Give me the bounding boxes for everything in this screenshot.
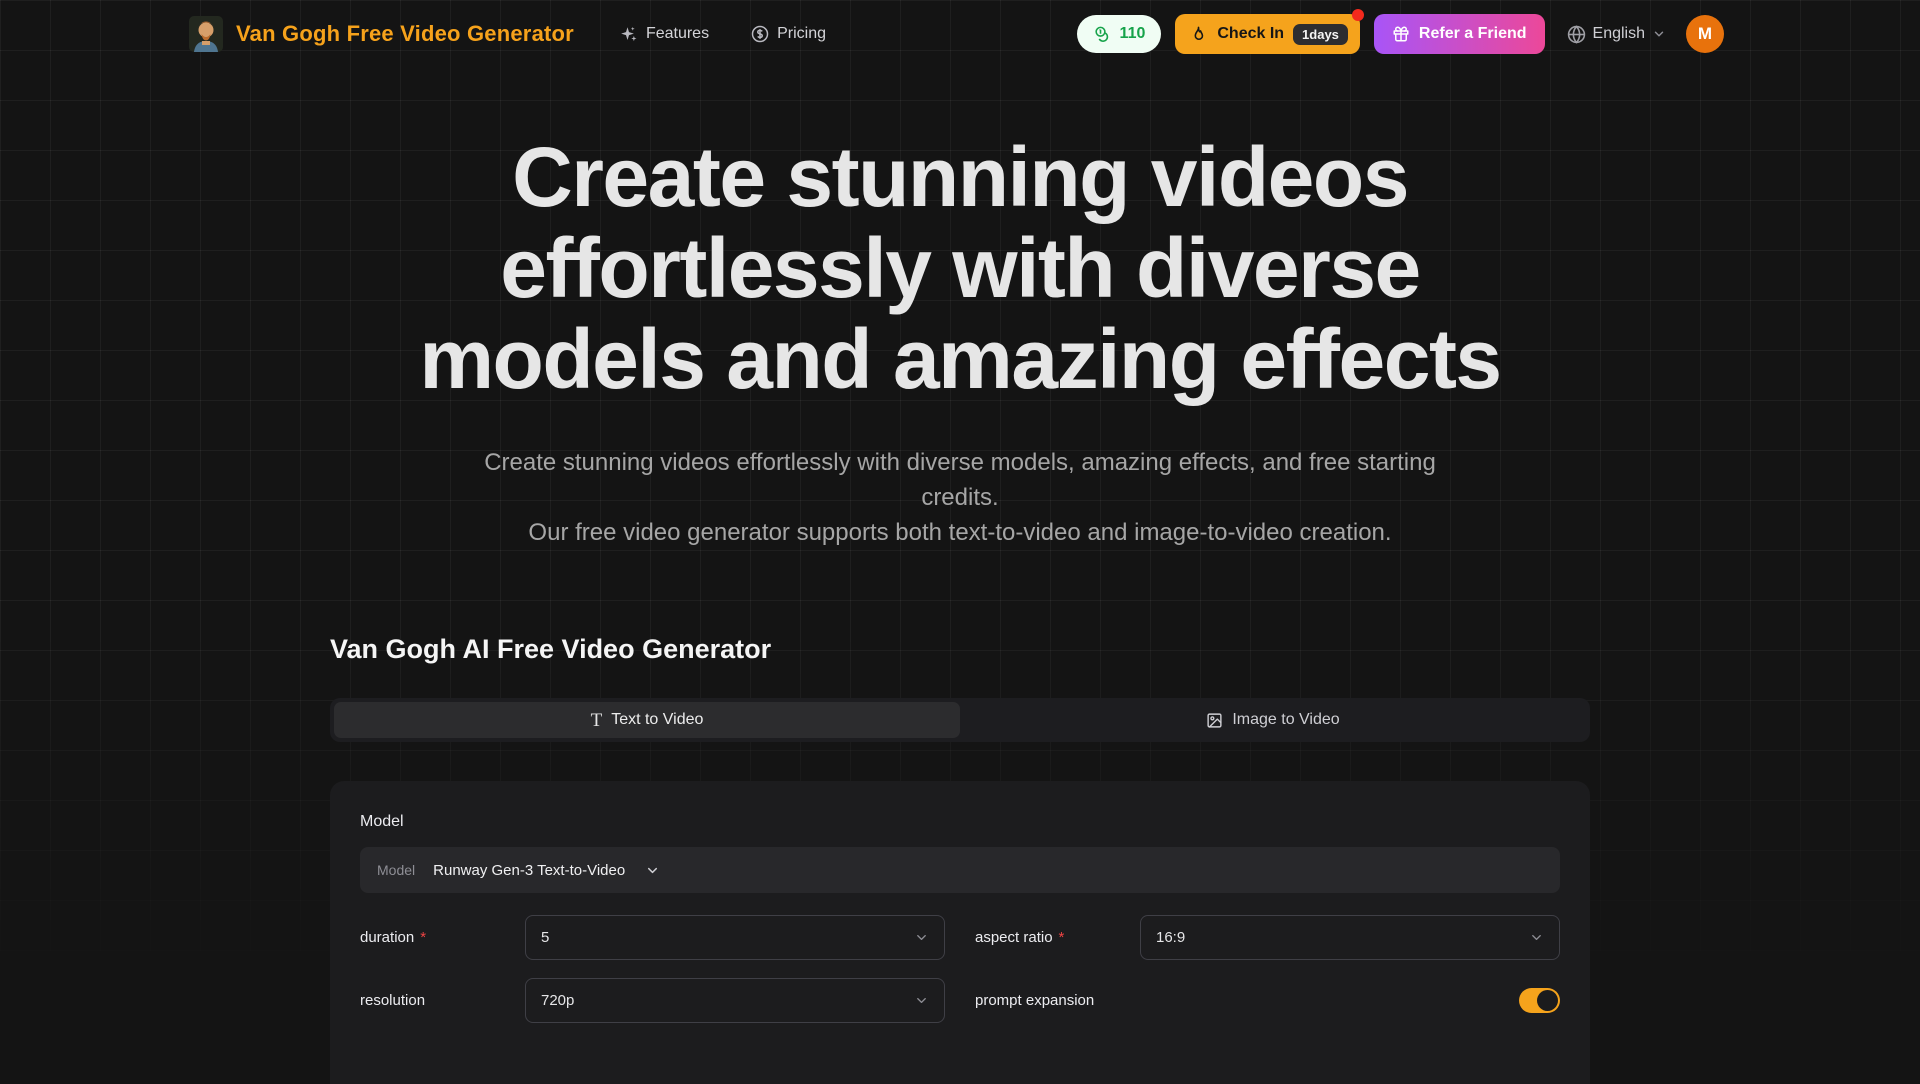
required-marker: * <box>1059 929 1065 946</box>
model-field-value: Runway Gen-3 Text-to-Video <box>433 862 625 879</box>
required-marker: * <box>420 929 426 946</box>
flame-icon <box>1189 25 1208 44</box>
dollar-circle-icon <box>751 25 769 43</box>
hero-section: Create stunning videos effortlessly with… <box>0 132 1920 550</box>
tab-image-to-video[interactable]: Image to Video <box>960 702 1586 738</box>
prompt-expansion-label: prompt expansion <box>975 992 1094 1009</box>
tab-text-to-video[interactable]: T Text to Video <box>334 702 960 738</box>
brand-title[interactable]: Van Gogh Free Video Generator <box>236 21 574 47</box>
check-in-days-badge: 1days <box>1293 24 1348 45</box>
nav-features[interactable]: Features <box>620 25 709 43</box>
hero-title-line-1: Create stunning videos <box>0 132 1920 223</box>
check-in-button[interactable]: Check In 1days <box>1175 14 1360 54</box>
model-section-label: Model <box>360 813 1560 831</box>
globe-icon <box>1567 25 1586 44</box>
model-select[interactable]: Model Runway Gen-3 Text-to-Video <box>360 847 1560 893</box>
van-gogh-logo-icon <box>188 15 224 53</box>
text-tool-icon: T <box>591 711 603 730</box>
chevron-down-icon <box>1529 930 1544 945</box>
tab-text-to-video-label: Text to Video <box>611 711 703 729</box>
prompt-expansion-toggle[interactable] <box>1519 988 1560 1013</box>
duration-field: duration* 5 <box>360 915 945 960</box>
language-selector[interactable]: English <box>1567 25 1666 44</box>
check-in-label: Check In <box>1217 25 1284 43</box>
generator-section: Van Gogh AI Free Video Generator T Text … <box>330 634 1590 1084</box>
refer-a-friend-button[interactable]: Refer a Friend <box>1374 14 1545 54</box>
credits-count: 110 <box>1120 25 1146 43</box>
resolution-field: resolution 720p <box>360 978 945 1023</box>
hero-title-line-2: effortlessly with diverse <box>0 223 1920 314</box>
prompt-expansion-field: prompt expansion <box>975 978 1560 1023</box>
chevron-down-icon <box>1652 27 1666 41</box>
user-avatar[interactable]: M <box>1686 15 1724 53</box>
hero-subtitle-line-1: Create stunning videos effortlessly with… <box>465 445 1455 515</box>
duration-value: 5 <box>541 929 549 946</box>
hero-subtitle: Create stunning videos effortlessly with… <box>465 445 1455 550</box>
avatar-initial: M <box>1698 24 1712 44</box>
sparkles-icon <box>620 25 638 43</box>
hero-title-line-3: models and amazing effects <box>0 314 1920 405</box>
credits-badge[interactable]: 110 <box>1077 15 1162 53</box>
hero-subtitle-line-2: Our free video generator supports both t… <box>465 515 1455 550</box>
nav-features-label: Features <box>646 25 709 43</box>
image-icon <box>1206 712 1223 729</box>
tab-image-to-video-label: Image to Video <box>1232 711 1339 729</box>
aspect-ratio-field: aspect ratio* 16:9 <box>975 915 1560 960</box>
resolution-label: resolution <box>360 992 525 1009</box>
aspect-ratio-label: aspect ratio* <box>975 929 1140 946</box>
nav-pricing[interactable]: Pricing <box>751 25 826 43</box>
brand[interactable]: Van Gogh Free Video Generator <box>188 15 574 53</box>
coins-icon <box>1093 25 1112 44</box>
nav-pricing-label: Pricing <box>777 25 826 43</box>
resolution-value: 720p <box>541 992 574 1009</box>
chevron-down-icon <box>914 930 929 945</box>
mode-tabbar: T Text to Video Image to Video <box>330 698 1590 742</box>
model-field-label: Model <box>377 862 415 878</box>
hero-title: Create stunning videos effortlessly with… <box>0 132 1920 405</box>
gift-icon <box>1392 25 1410 43</box>
duration-select[interactable]: 5 <box>525 915 945 960</box>
generator-panel: Model Model Runway Gen-3 Text-to-Video d… <box>330 781 1590 1084</box>
header-actions: 110 Check In 1days Refer a Friend <box>1077 14 1724 54</box>
notification-dot <box>1352 9 1364 21</box>
aspect-ratio-value: 16:9 <box>1156 929 1185 946</box>
refer-label: Refer a Friend <box>1419 25 1527 43</box>
chevron-down-icon <box>914 993 929 1008</box>
language-label: English <box>1593 25 1645 43</box>
chevron-down-icon <box>645 863 660 878</box>
toggle-knob <box>1537 990 1558 1011</box>
generator-heading: Van Gogh AI Free Video Generator <box>330 634 1590 665</box>
field-grid: duration* 5 aspect ratio* 16:9 <box>360 915 1560 1023</box>
duration-label: duration* <box>360 929 525 946</box>
aspect-ratio-select[interactable]: 16:9 <box>1140 915 1560 960</box>
main-nav: Features Pricing <box>620 25 826 43</box>
resolution-select[interactable]: 720p <box>525 978 945 1023</box>
header: Van Gogh Free Video Generator Features P… <box>0 0 1920 68</box>
